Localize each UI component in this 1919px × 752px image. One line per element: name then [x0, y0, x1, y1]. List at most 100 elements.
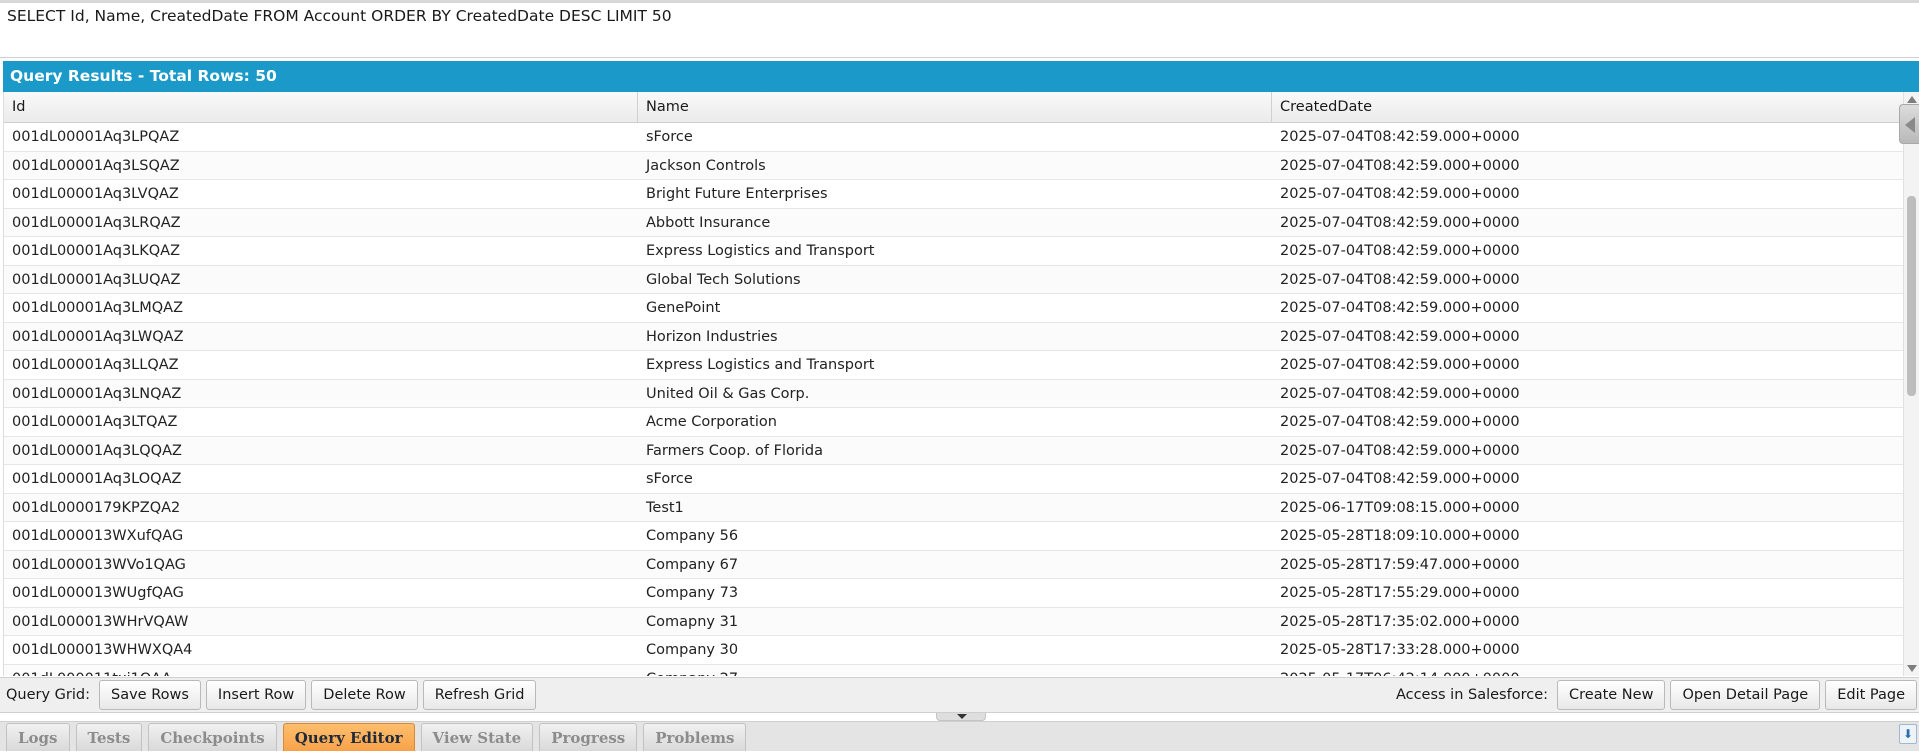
cell-createddate[interactable]: 2025-07-04T08:42:59.000+0000 [1272, 465, 1904, 493]
tab-tests[interactable]: Tests [75, 723, 143, 751]
scroll-down-icon[interactable] [1907, 665, 1917, 672]
table-row[interactable]: 001dL00001Aq3LNQAZ United Oil & Gas Corp.… [4, 379, 1904, 408]
tab-query-editor[interactable]: Query Editor [282, 723, 415, 751]
cell-id[interactable]: 001dL00001Aq3LVQAZ [4, 180, 638, 208]
cell-createddate[interactable]: 2025-07-04T08:42:59.000+0000 [1272, 180, 1904, 208]
cell-createddate[interactable]: 2025-07-04T08:42:59.000+0000 [1272, 437, 1904, 465]
refresh-grid-button[interactable]: Refresh Grid [422, 680, 537, 710]
cell-name[interactable]: Horizon Industries [638, 323, 1272, 351]
save-rows-button[interactable]: Save Rows [99, 680, 201, 710]
table-row[interactable]: 001dL000013WVo1QAG Company 67 2025-05-28T1… [4, 550, 1904, 579]
table-row[interactable]: 001dL00001Aq3LQQAZ Farmers Coop. of Flori… [4, 436, 1904, 465]
cell-id[interactable]: 001dL00001Aq3LNQAZ [4, 380, 638, 408]
cell-name[interactable]: sForce [638, 123, 1272, 151]
cell-id[interactable]: 001dL00001Aq3LMQAZ [4, 294, 638, 322]
cell-id[interactable]: 001dL00001Aq3LKQAZ [4, 237, 638, 265]
cell-createddate[interactable]: 2025-05-28T17:33:28.000+0000 [1272, 636, 1904, 664]
table-row[interactable]: 001dL0000179KPZQA2 Test1 2025-06-17T09:08:… [4, 493, 1904, 522]
cell-name[interactable]: Company 30 [638, 636, 1272, 664]
table-row[interactable]: 001dL000013WHWXQA4 Company 30 2025-05-28T1… [4, 636, 1904, 665]
column-header-name[interactable]: Name [638, 92, 1272, 123]
cell-createddate[interactable]: 2025-06-17T09:08:15.000+0000 [1272, 494, 1904, 522]
create-new-button[interactable]: Create New [1557, 680, 1666, 710]
cell-createddate[interactable]: 2025-07-04T08:42:59.000+0000 [1272, 209, 1904, 237]
panel-collapse-handle[interactable] [936, 713, 986, 721]
cell-createddate[interactable]: 2025-05-28T17:59:47.000+0000 [1272, 551, 1904, 579]
cell-id[interactable]: 001dL00001Aq3LUQAZ [4, 266, 638, 294]
cell-createddate[interactable]: 2025-07-04T08:42:59.000+0000 [1272, 380, 1904, 408]
tab-problems[interactable]: Problems [643, 723, 747, 751]
cell-name[interactable]: sForce [638, 465, 1272, 493]
cell-id[interactable]: 001dL000013WHrVQAW [4, 608, 638, 636]
cell-id[interactable]: 001dL00001Aq3LTQAZ [4, 408, 638, 436]
cell-name[interactable]: GenePoint [638, 294, 1272, 322]
open-detail-page-button[interactable]: Open Detail Page [1670, 680, 1821, 710]
cell-name[interactable]: Express Logistics and Transport [638, 237, 1272, 265]
delete-row-button[interactable]: Delete Row [311, 680, 418, 710]
cell-id[interactable]: 001dL000013WVo1QAG [4, 551, 638, 579]
minimize-panel-button[interactable]: ⬇ [1899, 724, 1917, 744]
cell-name[interactable]: United Oil & Gas Corp. [638, 380, 1272, 408]
table-row[interactable]: 001dL00001Aq3LTQAZ Acme Corporation 2025-0… [4, 408, 1904, 437]
table-row[interactable]: 001dL000013WHrVQAW Comapny 31 2025-05-28T1… [4, 607, 1904, 636]
table-row[interactable]: 001dL00001Aq3LUQAZ Global Tech Solutions 2… [4, 265, 1904, 294]
cell-createddate[interactable]: 2025-05-28T17:55:29.000+0000 [1272, 579, 1904, 607]
cell-name[interactable]: Company 73 [638, 579, 1272, 607]
cell-id[interactable]: 001dL00001Aq3LRQAZ [4, 209, 638, 237]
table-row[interactable]: 001dL000013WUgfQAG Company 73 2025-05-28T1… [4, 579, 1904, 608]
cell-id[interactable]: 001dL00001Aq3LOQAZ [4, 465, 638, 493]
tab-checkpoints[interactable]: Checkpoints [148, 723, 277, 751]
edit-page-button[interactable]: Edit Page [1825, 680, 1917, 710]
collapse-panel-button[interactable] [1899, 104, 1919, 144]
cell-createddate[interactable]: 2025-07-04T08:42:59.000+0000 [1272, 408, 1904, 436]
table-row[interactable]: 001dL00001Aq3LPQAZ sForce 2025-07-04T08:42… [4, 123, 1904, 152]
cell-id[interactable]: 001dL00001Aq3LSQAZ [4, 152, 638, 180]
cell-name[interactable]: Abbott Insurance [638, 209, 1272, 237]
grid-vertical-scrollbar[interactable] [1903, 92, 1919, 676]
table-row[interactable]: 001dL00001Aq3LLQAZ Express Logistics and … [4, 351, 1904, 380]
table-row[interactable]: 001dL00001Aq3LKQAZ Express Logistics and … [4, 237, 1904, 266]
cell-id[interactable]: 001dL000013WXufQAG [4, 522, 638, 550]
cell-name[interactable]: Farmers Coop. of Florida [638, 437, 1272, 465]
cell-name[interactable]: Bright Future Enterprises [638, 180, 1272, 208]
cell-createddate[interactable]: 2025-05-28T18:09:10.000+0000 [1272, 522, 1904, 550]
cell-id[interactable]: 001dL00001Aq3LLQAZ [4, 351, 638, 379]
cell-id[interactable]: 001dL00001Aq3LPQAZ [4, 123, 638, 151]
query-editor-input[interactable]: SELECT Id, Name, CreatedDate FROM Accoun… [0, 3, 1919, 58]
cell-createddate[interactable]: 2025-05-28T17:35:02.000+0000 [1272, 608, 1904, 636]
cell-name[interactable]: Comapny 31 [638, 608, 1272, 636]
cell-createddate[interactable]: 2025-07-04T08:42:59.000+0000 [1272, 152, 1904, 180]
column-header-createddate[interactable]: CreatedDate [1272, 92, 1904, 123]
cell-createddate[interactable]: 2025-07-04T08:42:59.000+0000 [1272, 237, 1904, 265]
cell-name[interactable]: Company 67 [638, 551, 1272, 579]
cell-id[interactable]: 001dL000013WHWXQA4 [4, 636, 638, 664]
cell-name[interactable]: Global Tech Solutions [638, 266, 1272, 294]
tab-logs[interactable]: Logs [6, 723, 70, 751]
cell-createddate[interactable]: 2025-07-04T08:42:59.000+0000 [1272, 266, 1904, 294]
table-row[interactable]: 001dL00001Aq3LMQAZ GenePoint 2025-07-04T08… [4, 294, 1904, 323]
table-row[interactable]: 001dL00001Aq3LRQAZ Abbott Insurance 2025-0… [4, 208, 1904, 237]
column-header-id[interactable]: Id [4, 92, 638, 123]
cell-id[interactable]: 001dL00001Aq3LQQAZ [4, 437, 638, 465]
insert-row-button[interactable]: Insert Row [205, 680, 307, 710]
tab-view-state[interactable]: View State [420, 723, 534, 751]
cell-createddate[interactable]: 2025-07-04T08:42:59.000+0000 [1272, 294, 1904, 322]
cell-name[interactable]: Company 56 [638, 522, 1272, 550]
cell-id[interactable]: 001dL0000179KPZQA2 [4, 494, 638, 522]
tab-progress[interactable]: Progress [539, 723, 638, 751]
cell-createddate[interactable]: 2025-07-04T08:42:59.000+0000 [1272, 123, 1904, 151]
cell-id[interactable]: 001dL000013WUgfQAG [4, 579, 638, 607]
cell-name[interactable]: Acme Corporation [638, 408, 1272, 436]
table-row[interactable]: 001dL00001Aq3LSQAZ Jackson Controls 2025-0… [4, 151, 1904, 180]
scroll-up-icon[interactable] [1907, 96, 1917, 103]
cell-name[interactable]: Jackson Controls [638, 152, 1272, 180]
table-row[interactable]: 001dL000011txj1QAACompany 272025-05-17T0… [4, 664, 1904, 677]
cell-createddate[interactable]: 2025-05-17T06:42:14.000+0000 [1272, 665, 1904, 677]
table-row[interactable]: 001dL000013WXufQAG Company 56 2025-05-28T1… [4, 522, 1904, 551]
scrollbar-thumb[interactable] [1907, 196, 1916, 396]
cell-id[interactable]: 001dL000011txj1QAA [4, 665, 638, 677]
cell-name[interactable]: Company 27 [638, 665, 1272, 677]
table-row[interactable]: 001dL00001Aq3LWQAZ Horizon Industries 2025… [4, 322, 1904, 351]
cell-name[interactable]: Test1 [638, 494, 1272, 522]
table-row[interactable]: 001dL00001Aq3LOQAZ sForce 2025-07-04T08:42… [4, 465, 1904, 494]
